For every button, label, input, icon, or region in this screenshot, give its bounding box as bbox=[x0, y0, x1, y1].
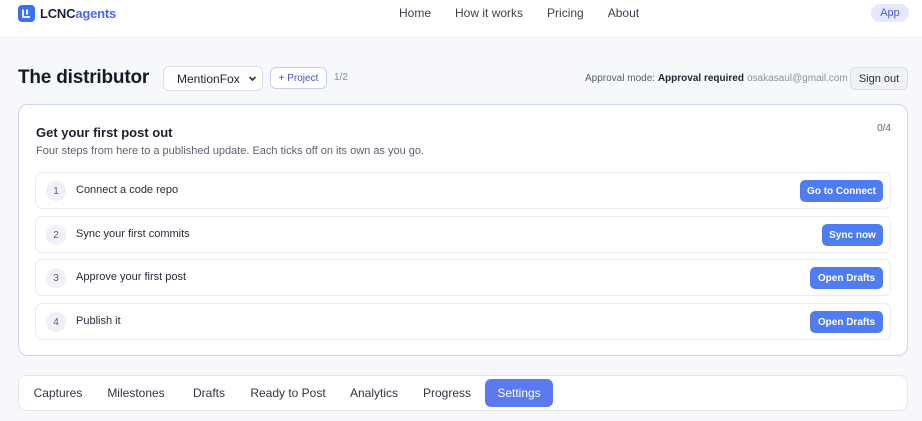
add-project-button[interactable]: + Project bbox=[270, 67, 327, 89]
onboarding-step: 1 Connect a code repo Go to Connect bbox=[35, 172, 891, 209]
project-select[interactable]: MentionFox bbox=[163, 66, 263, 91]
tab-settings[interactable]: Settings bbox=[485, 379, 553, 407]
sign-out-button[interactable]: Sign out bbox=[850, 67, 908, 90]
step-number: 1 bbox=[46, 181, 66, 201]
open-drafts-button[interactable]: Open Drafts bbox=[810, 267, 883, 289]
chevron-down-icon bbox=[248, 76, 257, 82]
nav-links: Home How it works Pricing About bbox=[399, 6, 663, 20]
tab-drafts[interactable]: Drafts bbox=[183, 379, 235, 407]
app-button[interactable]: App bbox=[871, 4, 909, 22]
nav-link-about[interactable]: About bbox=[608, 6, 639, 20]
step-number: 3 bbox=[46, 268, 66, 288]
step-label: Publish it bbox=[76, 315, 121, 327]
brand-logo[interactable]: LCNCagents bbox=[18, 4, 116, 22]
nav-link-how-it-works[interactable]: How it works bbox=[455, 6, 523, 20]
approval-mode-label: Approval mode: bbox=[585, 73, 656, 84]
logo-icon bbox=[18, 4, 35, 22]
tab-progress[interactable]: Progress bbox=[415, 379, 479, 407]
project-count: 1/2 bbox=[334, 72, 348, 83]
top-navbar: LCNCagents Home How it works Pricing Abo… bbox=[0, 0, 922, 38]
brand-name-prefix: LCNC bbox=[40, 5, 76, 21]
onboarding-step: 4 Publish it Open Drafts bbox=[35, 303, 891, 340]
step-label: Connect a code repo bbox=[76, 184, 179, 196]
brand-name: LCNCagents bbox=[40, 6, 116, 21]
onboarding-step: 3 Approve your first post Open Drafts bbox=[35, 259, 891, 296]
step-number: 4 bbox=[46, 312, 66, 332]
brand-name-suffix: agents bbox=[75, 5, 117, 21]
tab-milestones[interactable]: Milestones bbox=[95, 379, 177, 407]
project-select-value: MentionFox bbox=[177, 71, 240, 86]
nav-link-home[interactable]: Home bbox=[399, 6, 431, 20]
onboarding-progress: 0/4 bbox=[877, 123, 891, 134]
onboarding-subtitle: Four steps from here to a published upda… bbox=[36, 145, 425, 157]
tab-ready-to-post[interactable]: Ready to Post bbox=[242, 379, 334, 407]
approval-mode: Approval mode: Approval required bbox=[585, 73, 744, 84]
user-email: osakasaul@gmail.com bbox=[747, 73, 848, 84]
tab-bar: Captures Milestones Drafts Ready to Post… bbox=[18, 375, 908, 411]
sync-now-button[interactable]: Sync now bbox=[822, 224, 883, 246]
onboarding-step: 2 Sync your first commits Sync now bbox=[35, 216, 891, 253]
go-to-connect-button[interactable]: Go to Connect bbox=[800, 180, 883, 202]
page-title: The distributor bbox=[18, 67, 150, 88]
tab-analytics[interactable]: Analytics bbox=[341, 379, 407, 407]
onboarding-card: Get your first post out Four steps from … bbox=[18, 104, 908, 356]
approval-mode-value: Approval required bbox=[657, 73, 744, 84]
nav-link-pricing[interactable]: Pricing bbox=[547, 6, 584, 20]
open-drafts-button[interactable]: Open Drafts bbox=[810, 311, 883, 333]
step-label: Approve your first post bbox=[76, 271, 187, 283]
onboarding-title: Get your first post out bbox=[36, 125, 173, 140]
tab-captures[interactable]: Captures bbox=[23, 379, 93, 407]
step-number: 2 bbox=[46, 225, 66, 245]
step-label: Sync your first commits bbox=[76, 228, 190, 240]
